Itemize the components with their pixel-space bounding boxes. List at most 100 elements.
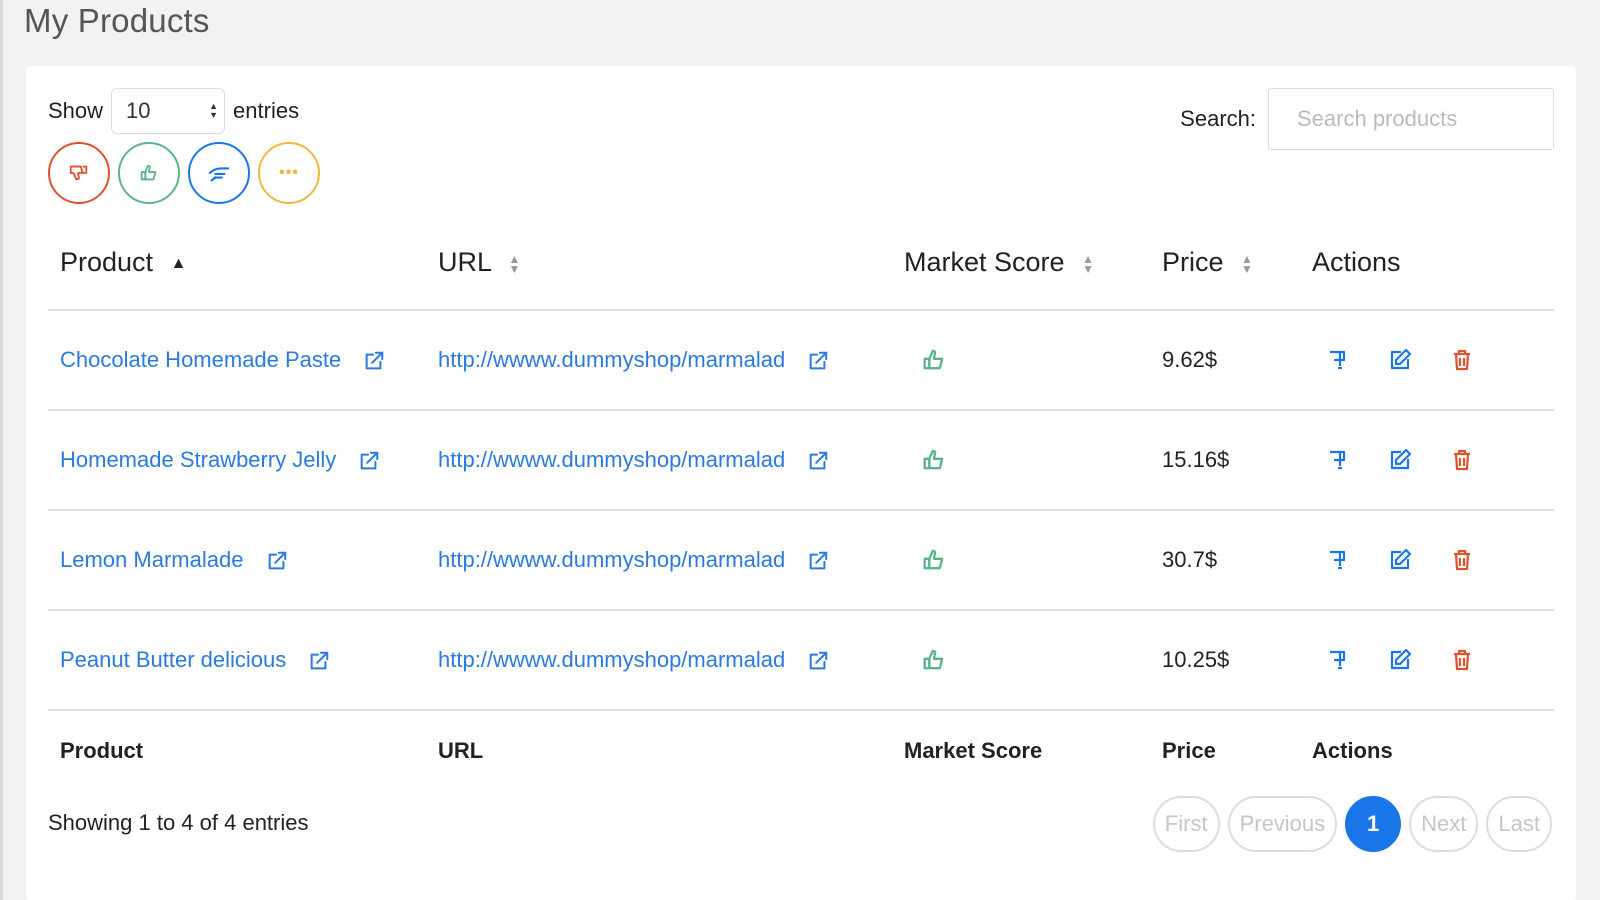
show-label: Show xyxy=(48,98,104,123)
pagination: First Previous 1 Next Last xyxy=(1152,796,1552,852)
length-control: Show 10 ▲ ▼ entries xyxy=(48,88,299,134)
table-row: Chocolate Homemade Paste http://wwww.dum… xyxy=(48,310,1554,411)
flag-icon[interactable] xyxy=(1326,548,1350,572)
entries-select-value: 10 xyxy=(126,98,151,123)
header-actions-label: Actions xyxy=(1312,247,1401,277)
edit-icon[interactable] xyxy=(1388,548,1412,572)
select-arrows-icon: ▲ ▼ xyxy=(209,101,219,120)
header-url[interactable]: URL ▲ ▼ xyxy=(426,216,892,311)
edit-icon[interactable] xyxy=(1388,348,1412,372)
header-url-label: URL xyxy=(438,247,492,277)
pagination-first-button[interactable]: First xyxy=(1152,796,1220,852)
delete-icon[interactable] xyxy=(1450,448,1474,472)
flag-icon[interactable] xyxy=(1326,648,1350,672)
filter-thumbs-up-button[interactable] xyxy=(118,142,180,204)
more-icon: ••• xyxy=(279,164,299,181)
url-cell: http://wwww.dummyshop/marmalad xyxy=(426,410,892,511)
pagination-page-1-button[interactable]: 1 xyxy=(1345,796,1402,852)
flag-icon[interactable] xyxy=(1326,348,1350,372)
header-price-label: Price xyxy=(1162,247,1224,277)
entries-label: entries xyxy=(233,98,300,123)
header-product-label: Product xyxy=(60,247,154,277)
actions-cell xyxy=(1300,510,1554,611)
sort-icon: ▲ ▼ xyxy=(508,251,521,276)
pagination-previous-button[interactable]: Previous xyxy=(1227,796,1338,852)
product-cell: Lemon Marmalade xyxy=(48,510,426,611)
table-row: Homemade Strawberry Jelly http://wwww.du… xyxy=(48,410,1554,511)
footer-market-score: Market Score xyxy=(904,737,1043,763)
price-cell: 15.16$ xyxy=(1150,410,1300,511)
external-link-icon[interactable] xyxy=(266,550,288,572)
sort-asc-icon: ▲ xyxy=(170,254,187,272)
product-link[interactable]: Chocolate Homemade Paste xyxy=(60,347,341,372)
url-cell: http://wwww.dummyshop/marmalad xyxy=(426,510,892,611)
url-link[interactable]: http://wwww.dummyshop/marmalad xyxy=(438,347,785,372)
external-link-icon[interactable] xyxy=(807,350,829,372)
market-score-cell xyxy=(892,310,1150,411)
actions-cell xyxy=(1300,310,1554,411)
product-cell: Peanut Butter delicious xyxy=(48,610,426,711)
product-link[interactable]: Peanut Butter delicious xyxy=(60,647,286,672)
edit-icon[interactable] xyxy=(1388,448,1412,472)
score-filters: ••• xyxy=(48,142,320,204)
external-link-icon[interactable] xyxy=(807,550,829,572)
pagination-last-button[interactable]: Last xyxy=(1486,796,1552,852)
url-link[interactable]: http://wwww.dummyshop/marmalad xyxy=(438,447,785,472)
url-cell: http://wwww.dummyshop/marmalad xyxy=(426,610,892,711)
header-market-score[interactable]: Market Score ▲ ▼ xyxy=(892,216,1150,311)
thumbs-up-icon xyxy=(923,449,944,470)
thumbs-up-icon xyxy=(923,549,944,570)
market-score-cell xyxy=(892,610,1150,711)
thumbs-up-icon xyxy=(140,164,157,181)
market-score-cell xyxy=(892,510,1150,611)
table-header-row: Product ▲ URL ▲ ▼ Market Score ▲ ▼ Price ▲… xyxy=(48,216,1554,311)
url-link[interactable]: http://wwww.dummyshop/marmalad xyxy=(438,647,785,672)
actions-cell xyxy=(1300,410,1554,511)
entries-select[interactable]: 10 ▲ ▼ xyxy=(111,88,226,134)
header-product[interactable]: Product ▲ xyxy=(48,216,426,311)
product-cell: Homemade Strawberry Jelly xyxy=(48,410,426,511)
search-area: Search: xyxy=(1180,88,1554,150)
product-link[interactable]: Lemon Marmalade xyxy=(60,547,243,572)
external-link-icon[interactable] xyxy=(807,650,829,672)
product-cell: Chocolate Homemade Paste xyxy=(48,310,426,411)
filter-hand-point-button[interactable] xyxy=(188,142,250,204)
table-row: Lemon Marmalade http://wwww.dummyshop/ma… xyxy=(48,510,1554,611)
delete-icon[interactable] xyxy=(1450,548,1474,572)
table-footer-row: Product URL Market Score Price Actions xyxy=(48,710,1554,790)
footer-product: Product xyxy=(60,737,144,763)
delete-icon[interactable] xyxy=(1450,348,1474,372)
thumbs-down-icon xyxy=(69,165,88,181)
filter-more-button[interactable]: ••• xyxy=(258,142,320,204)
footer-url: URL xyxy=(438,737,484,763)
external-link-icon[interactable] xyxy=(308,650,330,672)
actions-cell xyxy=(1300,610,1554,711)
flag-icon[interactable] xyxy=(1326,448,1350,472)
products-card: Show 10 ▲▼ entries ••• Search: Product xyxy=(26,66,1576,900)
product-link[interactable]: Homemade Strawberry Jelly xyxy=(60,447,336,472)
page-title: My Products xyxy=(24,2,210,39)
pagination-next-button[interactable]: Next xyxy=(1409,796,1479,852)
search-label: Search: xyxy=(1180,106,1256,131)
thumbs-up-icon xyxy=(923,649,944,670)
url-link[interactable]: http://wwww.dummyshop/marmalad xyxy=(438,547,785,572)
edit-icon[interactable] xyxy=(1388,648,1412,672)
header-price[interactable]: Price ▲ ▼ xyxy=(1150,216,1300,311)
filter-thumbs-down-button[interactable] xyxy=(48,142,110,204)
footer-price: Price xyxy=(1162,737,1216,763)
header-actions: Actions xyxy=(1300,216,1554,311)
products-table: Product ▲ URL ▲ ▼ Market Score ▲ ▼ Price ▲… xyxy=(48,216,1554,790)
external-link-icon[interactable] xyxy=(358,450,380,472)
price-cell: 9.62$ xyxy=(1150,310,1300,411)
search-input[interactable] xyxy=(1268,88,1554,150)
thumbs-up-icon xyxy=(923,349,944,370)
external-link-icon[interactable] xyxy=(363,350,385,372)
hand-point-icon xyxy=(208,167,230,182)
left-edge-divider xyxy=(0,0,3,900)
external-link-icon[interactable] xyxy=(807,450,829,472)
header-score-label: Market Score xyxy=(904,247,1065,277)
delete-icon[interactable] xyxy=(1450,648,1474,672)
sort-icon: ▲ ▼ xyxy=(1082,251,1094,276)
price-cell: 10.25$ xyxy=(1150,610,1300,711)
table-row: Peanut Butter delicious http://wwww.dumm… xyxy=(48,610,1554,711)
